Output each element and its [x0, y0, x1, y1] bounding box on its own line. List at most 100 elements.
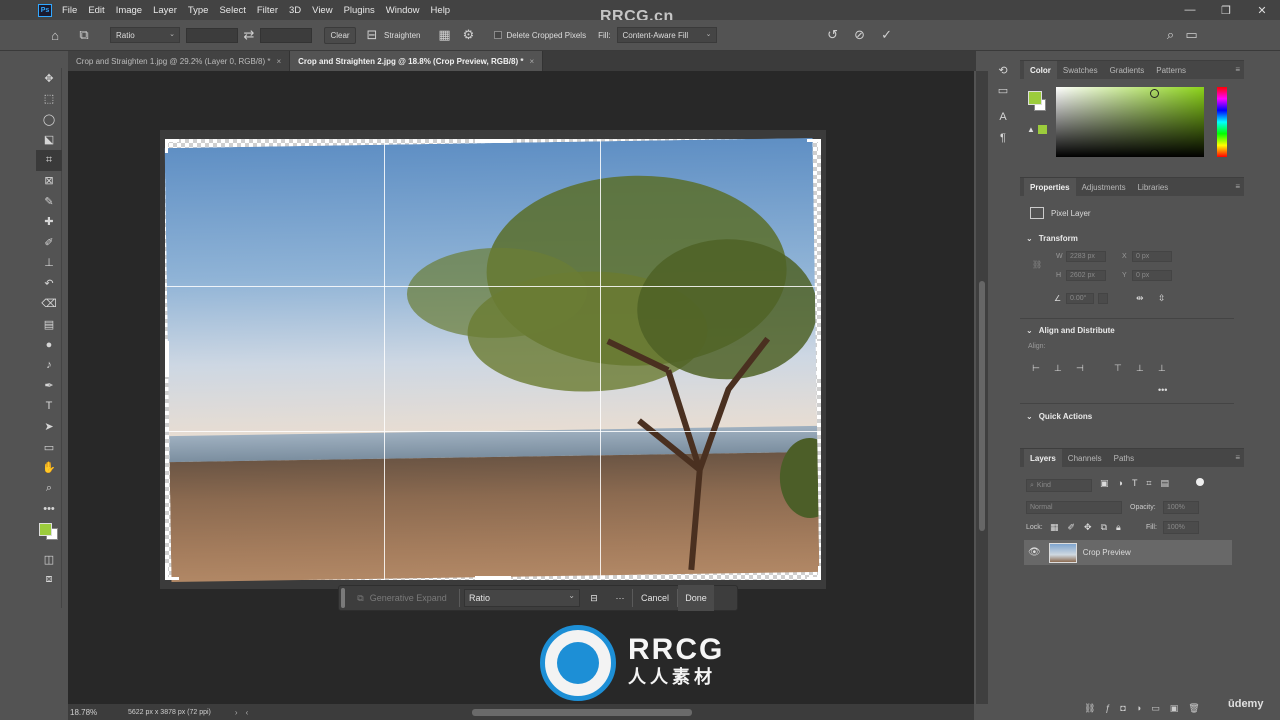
edit-toolbar-icon[interactable]: ••• [36, 499, 62, 520]
hue-slider[interactable] [1217, 87, 1227, 157]
layer-filter-icons[interactable]: ▣◑T⌗▤ [1100, 478, 1178, 489]
path-selection-tool-icon[interactable]: ➤ [36, 417, 62, 438]
paragraph-icon[interactable]: ¶ [990, 128, 1016, 149]
color-field[interactable] [1056, 87, 1204, 157]
comments-icon[interactable]: ▭ [990, 81, 1016, 102]
crop-box[interactable] [165, 139, 821, 580]
quick-actions-section[interactable]: ⌄ Quick Actions [1026, 412, 1092, 421]
flip-vertical-icon[interactable]: ⇳ [1158, 293, 1166, 304]
delete-cropped-checkbox[interactable] [494, 31, 503, 39]
object-selection-tool-icon[interactable]: ⬕ [36, 130, 62, 151]
move-tool-icon[interactable]: ✥ [36, 68, 62, 89]
tab-channels[interactable]: Channels [1062, 449, 1108, 467]
horizontal-scrollbar[interactable] [472, 708, 693, 716]
gamut-swatch[interactable] [1038, 125, 1047, 134]
swap-icon[interactable]: ⇄ [238, 27, 260, 43]
dodge-tool-icon[interactable]: ♪ [36, 355, 62, 376]
pen-tool-icon[interactable]: ✒ [36, 376, 62, 397]
vertical-scrollbar[interactable] [976, 71, 988, 704]
align-right-icon[interactable]: ⊣ [1076, 363, 1084, 374]
menu-3d[interactable]: 3D [289, 5, 301, 16]
crop-tool-preset-icon[interactable]: ⧉ [70, 27, 98, 43]
menu-edit[interactable]: Edit [88, 5, 104, 16]
history-brush-tool-icon[interactable]: ↶ [36, 273, 62, 294]
menu-file[interactable]: File [62, 5, 77, 16]
tab-layers[interactable]: Layers [1024, 449, 1062, 467]
layer-row[interactable]: 👁︎ Crop Preview [1024, 540, 1232, 565]
align-center-h-icon[interactable]: ⊥ [1054, 363, 1062, 374]
done-button[interactable]: Done [678, 585, 714, 611]
tab-crop-and-straighten-2[interactable]: Crop and Straighten 2.jpg @ 18.8% (Crop … [290, 51, 544, 71]
crop-handle-top[interactable] [475, 139, 511, 143]
eyedropper-tool-icon[interactable]: ✎ [36, 191, 62, 212]
search-icon[interactable]: ⌕ [1161, 27, 1181, 43]
eraser-tool-icon[interactable]: ⌫ [36, 294, 62, 315]
zoom-level[interactable]: 18.78% [70, 708, 128, 717]
clone-stamp-tool-icon[interactable]: ⊥ [36, 253, 62, 274]
crop-handle-bottom[interactable] [475, 576, 511, 580]
align-left-icon[interactable]: ⊢ [1032, 363, 1040, 374]
taskbar-ratio-select[interactable]: Ratio ⌄ [464, 589, 580, 607]
filter-toggle[interactable] [1196, 478, 1204, 486]
tab-libraries[interactable]: Libraries [1132, 178, 1175, 196]
opacity-field[interactable]: 100% [1163, 501, 1199, 514]
more-options-button[interactable]: ··· [608, 585, 632, 611]
close-tab-icon[interactable]: × [276, 57, 281, 66]
straighten-button[interactable]: Straighten [384, 31, 420, 40]
tab-paths[interactable]: Paths [1108, 449, 1140, 467]
lasso-tool-icon[interactable]: ◯ [36, 109, 62, 130]
crop-tool-icon[interactable]: ⌗ [36, 150, 62, 171]
tab-color[interactable]: Color [1024, 61, 1057, 79]
height-field[interactable]: 2602 px [1066, 270, 1106, 281]
color-picker-ring[interactable] [1150, 89, 1159, 98]
straighten-icon[interactable]: ⊟ [580, 585, 608, 611]
home-icon[interactable]: ⌂ [40, 28, 70, 43]
color-swatches[interactable] [36, 519, 62, 549]
angle-dropdown[interactable] [1098, 293, 1108, 304]
menu-help[interactable]: Help [431, 5, 451, 16]
panel-menu-icon[interactable]: ≡ [1235, 453, 1240, 462]
scroll-left-icon[interactable]: ‹ [246, 708, 249, 717]
tab-crop-and-straighten-1[interactable]: Crop and Straighten 1.jpg @ 29.2% (Layer… [68, 51, 291, 71]
reset-icon[interactable]: ↺ [821, 27, 845, 43]
frame-tool-icon[interactable]: ⊠ [36, 171, 62, 192]
tab-properties[interactable]: Properties [1024, 178, 1076, 196]
screen-mode-icon[interactable]: ⧈ [36, 570, 62, 591]
menu-layer[interactable]: Layer [153, 5, 177, 16]
workspace-icon[interactable]: ▭ [1181, 27, 1203, 43]
restore-icon[interactable]: ❐ [1208, 0, 1244, 20]
type-tool-icon[interactable]: T [36, 396, 62, 417]
menu-filter[interactable]: Filter [257, 5, 278, 16]
menu-type[interactable]: Type [188, 5, 209, 16]
cancel-crop-icon[interactable]: ⊘ [848, 27, 872, 43]
character-icon[interactable]: A [990, 107, 1016, 128]
rectangle-tool-icon[interactable]: ▭ [36, 437, 62, 458]
foreground-color-swatch[interactable] [39, 523, 52, 536]
crop-handle-right[interactable] [817, 341, 821, 377]
layer-name[interactable]: Crop Preview [1083, 548, 1131, 557]
crop-handle-bottom-left[interactable] [165, 566, 179, 580]
menu-image[interactable]: Image [116, 5, 142, 16]
align-center-v-icon[interactable]: ⊥ [1136, 363, 1144, 374]
link-icon[interactable]: ⛓ [1032, 260, 1042, 269]
width-field[interactable]: 2283 px [1066, 251, 1106, 262]
lock-icons[interactable]: ▦✐✥⧉🔒︎ [1050, 522, 1130, 533]
layer-filter-kind[interactable]: ⌕ Kind [1026, 479, 1092, 492]
straighten-icon[interactable]: ⊟ [362, 27, 382, 43]
settings-gear-icon[interactable]: ⚙ [456, 27, 480, 43]
layers-bottom-icons[interactable]: ⛓ƒ◘◑▭▣🗑︎ [1084, 703, 1210, 714]
ratio-height-input[interactable] [260, 27, 312, 43]
y-field[interactable]: 0 px [1132, 270, 1172, 281]
transform-section[interactable]: ⌄ Transform [1026, 234, 1078, 243]
ratio-width-input[interactable] [186, 27, 238, 43]
align-section[interactable]: ⌄ Align and Distribute [1026, 326, 1115, 335]
close-window-icon[interactable]: ✕ [1244, 0, 1280, 20]
fill-field[interactable]: 100% [1163, 521, 1199, 534]
flip-horizontal-icon[interactable]: ⇹ [1136, 293, 1144, 304]
zoom-tool-icon[interactable]: ⌕ [36, 478, 62, 499]
panel-menu-icon[interactable]: ≡ [1235, 182, 1240, 191]
generative-expand-button[interactable]: ⧉ Generative Expand [345, 585, 459, 611]
history-icon[interactable]: ⟲ [990, 60, 1016, 81]
close-tab-icon[interactable]: × [529, 57, 534, 66]
minimize-icon[interactable]: — [1172, 0, 1208, 20]
